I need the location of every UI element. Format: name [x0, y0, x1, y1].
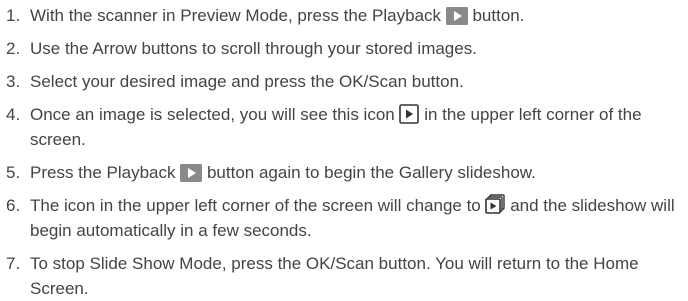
step-item: 6. The icon in the upper left corner of t…: [6, 193, 682, 243]
slideshow-icon: [485, 194, 506, 215]
step-item: 2. Use the Arrow buttons to scroll throug…: [6, 36, 682, 61]
step-item: 1. With the scanner in Preview Mode, pres…: [6, 3, 682, 28]
step-number: 6.: [6, 196, 21, 215]
step-text-segment: The icon in the upper left corner of the…: [30, 196, 486, 215]
step-text: To stop Slide Show Mode, press the OK/Sc…: [30, 251, 682, 301]
instruction-list: 1. With the scanner in Preview Mode, pres…: [0, 0, 688, 301]
step-item: 7. To stop Slide Show Mode, press the OK/…: [6, 251, 682, 301]
play-frame-icon: [399, 104, 420, 124]
step-text-segment: Press the Playback: [30, 163, 181, 182]
step-text-segment: Once an image is selected, you will see …: [30, 105, 400, 124]
step-text-segment: Use the Arrow buttons to scroll through …: [30, 39, 477, 58]
step-number: 5.: [6, 163, 21, 182]
step-item: 5. Press the Playback button again to beg…: [6, 160, 682, 185]
step-number: 2.: [6, 39, 21, 58]
step-text: Use the Arrow buttons to scroll through …: [30, 36, 682, 61]
playback-button-icon: [180, 164, 203, 182]
step-number: 7.: [6, 254, 21, 273]
step-number: 1.: [6, 6, 21, 25]
step-text: With the scanner in Preview Mode, press …: [30, 3, 682, 28]
step-text-segment: With the scanner in Preview Mode, press …: [30, 6, 446, 25]
step-text-segment: button again to begin the Gallery slides…: [202, 163, 536, 182]
playback-button-icon: [445, 7, 468, 25]
step-number: 3.: [6, 72, 21, 91]
step-text: The icon in the upper left corner of the…: [30, 193, 682, 243]
step-text-segment: Select your desired image and press the …: [30, 72, 464, 91]
step-text-segment: button.: [467, 6, 525, 25]
step-text: Once an image is selected, you will see …: [30, 102, 682, 152]
step-text: Press the Playback button again to begin…: [30, 160, 682, 185]
step-item: 3. Select your desired image and press th…: [6, 69, 682, 94]
step-item: 4. Once an image is selected, you will se…: [6, 102, 682, 152]
step-text-segment: To stop Slide Show Mode, press the OK/Sc…: [30, 254, 639, 298]
step-number: 4.: [6, 105, 21, 124]
step-text: Select your desired image and press the …: [30, 69, 682, 94]
